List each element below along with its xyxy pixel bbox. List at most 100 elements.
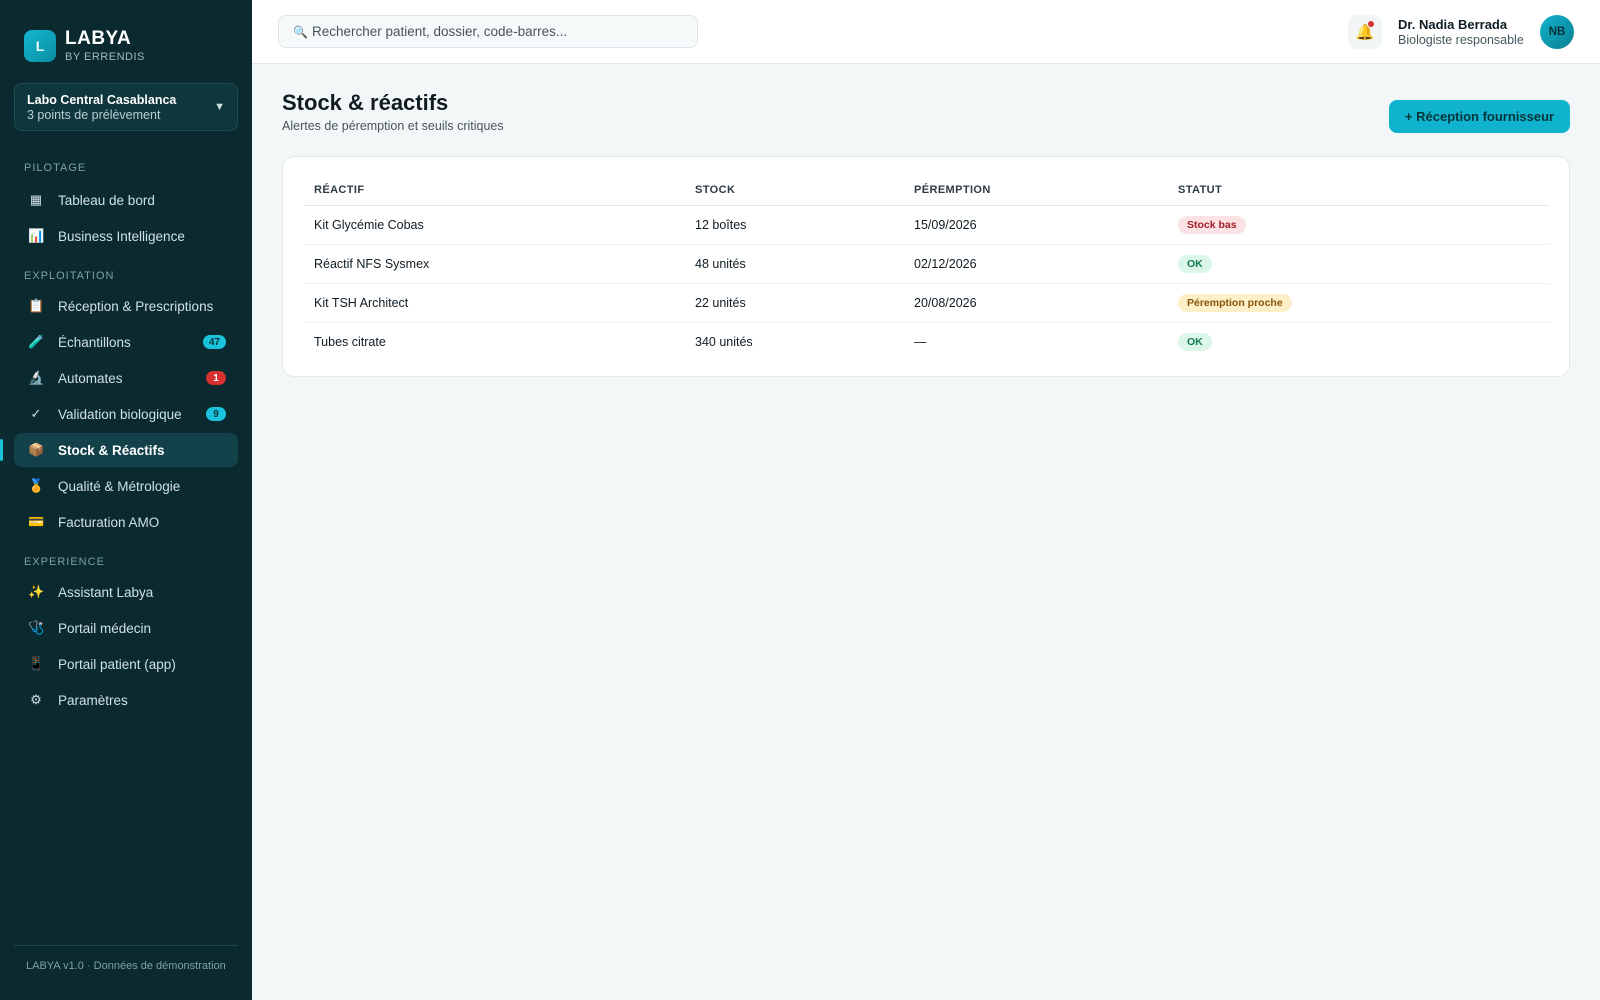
status-badge: Stock bas bbox=[1178, 215, 1246, 234]
cell-stock: 340 unités bbox=[695, 334, 753, 349]
sidebar-item-label: Stock & Réactifs bbox=[58, 442, 165, 458]
gear-icon: ⚙ bbox=[30, 692, 42, 707]
nav-section-pilotage: PILOTAGE bbox=[24, 162, 87, 174]
stock-table-card: RÉACTIF STOCK PÉREMPTION STATUT Kit Glyc… bbox=[282, 156, 1570, 377]
sidebar-footer: LABYA v1.0 · Données de démonstration bbox=[26, 960, 226, 972]
topbar: 🔍 Rechercher patient, dossier, code-barr… bbox=[252, 0, 1600, 64]
microscope-icon: 🔬 bbox=[28, 370, 45, 385]
cell-reactif: Kit TSH Architect bbox=[304, 283, 685, 323]
nav-section-experience: EXPERIENCE bbox=[24, 556, 105, 568]
table-header-row: RÉACTIF STOCK PÉREMPTION STATUT bbox=[304, 175, 1550, 206]
avatar[interactable]: NB bbox=[1540, 15, 1574, 49]
cell-peremption: — bbox=[914, 334, 927, 349]
search-placeholder: Rechercher patient, dossier, code-barres… bbox=[311, 24, 568, 39]
column-header-peremption: PÉREMPTION bbox=[904, 175, 1168, 206]
lab-selector[interactable]: Labo Central Casablanca 3 points de prél… bbox=[14, 83, 238, 131]
cell-peremption: 20/08/2026 bbox=[904, 283, 1168, 323]
table-row[interactable]: Réactif NFS Sysmex 48 unités 02/12/2026 … bbox=[304, 244, 1550, 284]
notification-dot bbox=[1368, 21, 1374, 27]
sidebar-divider bbox=[14, 945, 238, 946]
brand-name: LABYA bbox=[65, 28, 132, 49]
sidebar-item-label: Portail patient (app) bbox=[58, 656, 176, 672]
notifications-button[interactable]: 🔔 bbox=[1348, 15, 1382, 49]
lab-name: Labo Central Casablanca bbox=[27, 93, 177, 107]
stethoscope-icon: 🩺 bbox=[28, 620, 45, 635]
phone-icon: 📱 bbox=[28, 656, 45, 671]
clipboard-icon: 📋 bbox=[28, 298, 45, 313]
cell-stock: 22 unités bbox=[685, 283, 904, 323]
brand-text: LABYA BY ERRENDIS bbox=[65, 28, 145, 64]
column-header-stock: STOCK bbox=[685, 175, 904, 206]
cell-stock: 48 unités bbox=[685, 244, 904, 284]
cell-statut: OK bbox=[1168, 322, 1550, 361]
bar-chart-icon: 📊 bbox=[28, 228, 45, 243]
reception-fournisseur-button[interactable]: + Réception fournisseur bbox=[1389, 100, 1570, 133]
status-badge: Péremption proche bbox=[1178, 293, 1292, 312]
cell-reactif: Réactif NFS Sysmex bbox=[304, 244, 685, 284]
sidebar-item-facturation[interactable]: 💳 Facturation AMO bbox=[14, 505, 238, 539]
sidebar-item-label: Échantillons bbox=[58, 334, 131, 350]
sidebar-item-label: Assistant Labya bbox=[58, 584, 154, 600]
brand[interactable]: L LABYA BY ERRENDIS bbox=[24, 29, 145, 63]
sidebar-item-tableau-de-bord[interactable]: ▦ Tableau de bord bbox=[14, 183, 238, 217]
validation-count-badge: 9 bbox=[206, 407, 226, 421]
automates-alert-badge: 1 bbox=[206, 371, 226, 385]
page-title: Stock & réactifs bbox=[282, 90, 449, 115]
sparkles-icon: ✨ bbox=[28, 584, 45, 599]
cell-stock: 12 boîtes bbox=[685, 205, 904, 245]
sidebar-item-echantillons[interactable]: 🧪 Échantillons 47 bbox=[14, 325, 238, 359]
column-header-reactif: RÉACTIF bbox=[304, 175, 685, 206]
status-badge: OK bbox=[1178, 254, 1212, 273]
table-row[interactable]: Kit TSH Architect 22 unités 20/08/2026 P… bbox=[304, 283, 1550, 323]
table-row[interactable]: Kit Glycémie Cobas 12 boîtes 15/09/2026 … bbox=[304, 205, 1550, 245]
sidebar-item-automates[interactable]: 🔬 Automates 1 bbox=[14, 361, 238, 395]
sidebar-item-qualite[interactable]: 🏅 Qualité & Métrologie bbox=[14, 469, 238, 503]
search-icon: 🔍 bbox=[293, 24, 308, 39]
test-tube-icon: 🧪 bbox=[28, 334, 45, 349]
table-row[interactable]: Tubes citrate 340 unités — OK bbox=[304, 322, 1550, 361]
check-icon: ✓ bbox=[30, 406, 42, 421]
sidebar-item-label: Validation biologique bbox=[58, 406, 182, 422]
cell-peremption: 02/12/2026 bbox=[904, 244, 1168, 284]
sidebar-item-validation[interactable]: ✓ Validation biologique 9 bbox=[14, 397, 238, 431]
sidebar-item-parametres[interactable]: ⚙ Paramètres bbox=[14, 683, 238, 717]
search-input[interactable]: 🔍 Rechercher patient, dossier, code-barr… bbox=[278, 15, 698, 48]
sidebar: L LABYA BY ERRENDIS Labo Central Casabla… bbox=[0, 0, 252, 1000]
status-badge: OK bbox=[1178, 332, 1212, 351]
cell-reactif: Kit Glycémie Cobas bbox=[304, 205, 685, 245]
sidebar-item-portail-medecin[interactable]: 🩺 Portail médecin bbox=[14, 611, 238, 645]
medal-icon: 🏅 bbox=[28, 478, 45, 493]
package-icon: 📦 bbox=[28, 442, 45, 457]
sidebar-item-business-intelligence[interactable]: 📊 Business Intelligence bbox=[14, 219, 238, 253]
chevron-down-icon: ▼ bbox=[214, 101, 225, 113]
cell-reactif: Tubes citrate bbox=[314, 334, 386, 349]
credit-card-icon: 💳 bbox=[28, 514, 45, 529]
sidebar-item-label: Business Intelligence bbox=[58, 228, 185, 244]
column-header-statut: STATUT bbox=[1168, 175, 1550, 206]
echantillons-count-badge: 47 bbox=[202, 335, 226, 349]
stock-table: RÉACTIF STOCK PÉREMPTION STATUT Kit Glyc… bbox=[304, 175, 1550, 361]
sidebar-item-label: Automates bbox=[58, 370, 123, 386]
user-name: Dr. Nadia Berrada bbox=[1398, 17, 1508, 32]
nav-section-exploitation: EXPLOITATION bbox=[24, 270, 115, 282]
cell-statut: Stock bas bbox=[1168, 205, 1550, 245]
sidebar-item-label: Facturation AMO bbox=[58, 514, 160, 530]
sidebar-item-portail-patient[interactable]: 📱 Portail patient (app) bbox=[14, 647, 238, 681]
sidebar-item-assistant[interactable]: ✨ Assistant Labya bbox=[14, 575, 238, 609]
brand-logo: L bbox=[24, 30, 56, 62]
grid-icon: ▦ bbox=[29, 192, 43, 207]
user-role: Biologiste responsable bbox=[1398, 33, 1524, 47]
sidebar-item-label: Réception & Prescriptions bbox=[58, 298, 214, 314]
sidebar-item-label: Qualité & Métrologie bbox=[58, 478, 181, 494]
sidebar-item-label: Tableau de bord bbox=[58, 192, 155, 208]
user-info[interactable]: Dr. Nadia Berrada Biologiste responsable bbox=[1398, 17, 1524, 47]
sidebar-item-stock[interactable]: 📦 Stock & Réactifs bbox=[0, 433, 238, 467]
sidebar-item-label: Paramètres bbox=[58, 692, 128, 708]
cell-statut: Péremption proche bbox=[1168, 283, 1550, 323]
page-subtitle: Alertes de péremption et seuils critique… bbox=[282, 119, 504, 133]
sidebar-item-reception[interactable]: 📋 Réception & Prescriptions bbox=[14, 289, 238, 323]
cell-statut: OK bbox=[1168, 244, 1550, 284]
cell-peremption: 15/09/2026 bbox=[904, 205, 1168, 245]
brand-sub: BY ERRENDIS bbox=[65, 51, 145, 63]
lab-points: 3 points de prélèvement bbox=[27, 108, 161, 122]
